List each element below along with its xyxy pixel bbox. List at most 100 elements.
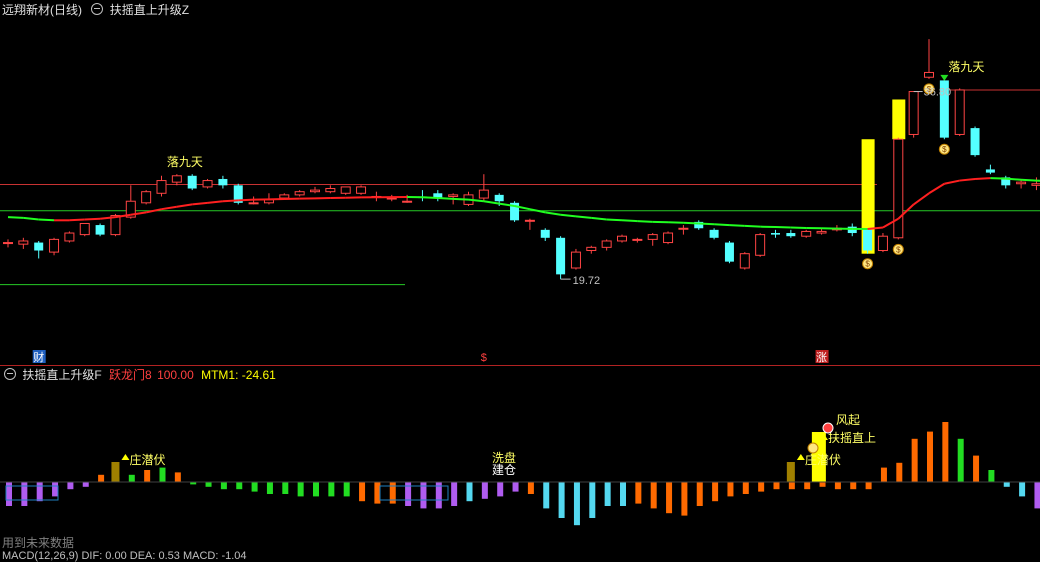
indicator-bar [98,475,104,482]
ma-segment [607,220,622,221]
candle-body [80,223,89,234]
indicator-bar [67,482,73,489]
indicator-bar [620,482,626,506]
label-wind: 风起 [836,413,860,427]
candle-body [218,179,227,185]
candle-body [679,228,688,229]
indicator-bar [267,482,273,494]
indicator-bar [1004,482,1010,487]
indicator-bar [942,422,948,482]
indicator-bar [881,468,887,482]
red-dot-icon [823,423,833,433]
ma-segment [745,226,760,227]
ma-segment [622,220,637,221]
indicator-bar [83,482,89,487]
candle-body [172,176,181,182]
candle-body [34,243,43,251]
candle-body [571,252,580,268]
indicator-panel[interactable]: 扶摇直上升级F 跃龙门8 100.00 MTM1: -24.61 庄潜伏洗盘建仓… [0,366,1040,556]
ma-segment [699,223,714,224]
candle-body [756,235,765,256]
signal-label: 落九天 [948,60,984,74]
candle-body [925,72,934,77]
main-chart-panel[interactable]: 远翔新材(日线) 扶摇直上升级Z $$$$落九天落九天36.8019.72财$涨 [0,0,1040,366]
candle-body [157,181,166,194]
ma-segment [438,198,453,199]
candle-body [387,198,396,199]
ma-segment [1006,179,1021,180]
indicator-bar [743,482,749,494]
candle-body [188,176,197,189]
ma-segment [162,207,177,209]
candle-body [249,203,258,204]
candle-body [19,241,28,244]
indicator-bar [681,482,687,516]
ma-segment [729,225,744,226]
ma-segment [422,197,437,198]
ma-segment [69,220,84,221]
indicator-bar [589,482,595,518]
indicator-bar [451,482,457,506]
indicator-bar [758,482,764,492]
indicator-bar [513,482,519,492]
ma-segment [714,224,729,225]
candle-body [295,192,304,195]
money-bag-symbol: $ [942,145,947,154]
indicator-bar [635,482,641,504]
indicator-bar [973,456,979,482]
ma-segment [208,201,223,203]
ma-segment [975,178,990,179]
candle-body [4,243,13,244]
indicator-bar [666,482,672,513]
indicator-bar [605,482,611,506]
candle-body [587,247,596,250]
indicator-bar [252,482,258,492]
up-triangle-icon [797,454,805,460]
ma-segment [545,212,560,214]
ma-segment [637,221,652,222]
candle-body [495,195,504,201]
bottom-marker-1: $ [481,352,487,364]
candle-body [311,190,320,192]
accumulation-bar [787,462,795,482]
candle-body [648,235,657,240]
indicator-bar [344,482,350,496]
indicator-bar [958,439,964,482]
candle-body [525,220,534,221]
label-build: 建仓 [492,463,516,477]
indicator-bar [206,482,212,487]
indicator-bar [1034,482,1040,508]
indicator-bar [328,482,334,496]
ma-segment [591,218,606,220]
candle-body [357,187,366,193]
candle-body [479,190,488,198]
ma-segment [23,218,38,220]
indicator-bar [804,482,810,489]
candle-body [341,187,350,193]
indicator-bar [528,482,534,494]
high-price-label: 36.80 [924,87,952,99]
indicator-bar [727,482,733,496]
ma-segment [1036,181,1040,182]
candle-body [326,189,335,192]
candle-body [280,195,289,198]
candle-body [725,243,734,262]
candle-body [541,230,550,238]
bottom-marker-2: 涨 [816,351,827,364]
candle-body [863,230,872,251]
ma-segment [561,215,576,217]
indicator-bar [651,482,657,508]
candlestick-chart: $$$$落九天落九天36.8019.72财$涨 [0,0,1040,366]
indicator-bar [912,439,918,482]
signal-bar [892,99,905,139]
indicator-bar [52,482,58,496]
label-soar: 扶摇直上 [828,430,876,445]
indicator-bar [298,482,304,496]
ma-segment [944,181,959,184]
indicator-bar [789,482,795,489]
indicator-bar [467,482,473,501]
candle-body [618,236,627,241]
candle-body [65,233,74,241]
indicator-bar [160,468,166,482]
indicator-bar [559,482,565,518]
